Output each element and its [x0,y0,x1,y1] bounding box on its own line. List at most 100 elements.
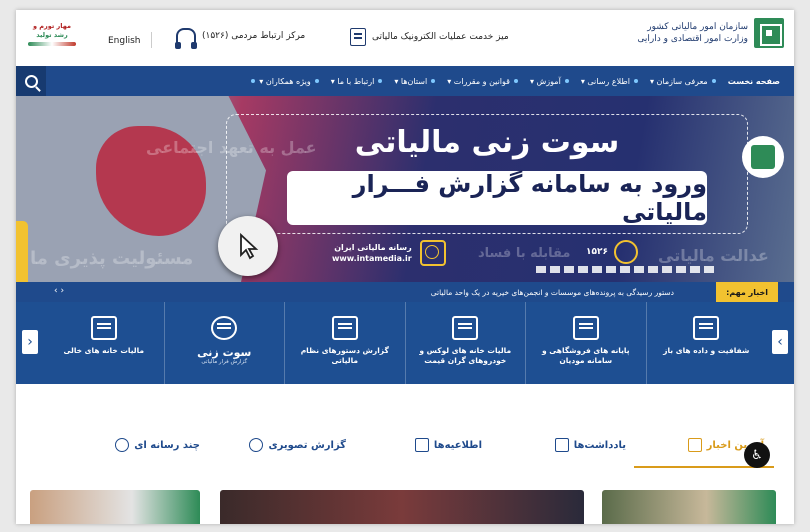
ghost-text: عدالت مالیاتی [658,246,769,265]
slogan-swoosh [28,42,76,46]
monitor-icon [90,316,117,340]
cursor-click-icon[interactable] [218,216,278,276]
bullet-icon [431,79,436,83]
service-sub: گزارش فرار مالیاتی [201,359,248,365]
bullet-icon [513,79,518,83]
phone-credit: ۱۵۲۶ [586,240,638,264]
chevron-right-icon[interactable]: › [772,330,788,354]
news-cards [16,490,794,524]
slider-dot[interactable] [578,266,588,273]
nav-item-news[interactable]: اطلاع رسانی ▾ [581,77,638,86]
news-card[interactable] [220,490,584,524]
slider-dot[interactable] [592,266,602,273]
call-center-label: مرکز ارتباط مردمی (۱۵۲۶) [202,31,306,41]
tab-label: گزارش تصویری [268,439,346,451]
ghost-text: مسئولیت پذیری ما [30,248,194,269]
news-card[interactable] [30,490,200,524]
web-icon [419,240,446,266]
service-label: گزارش دستورهای نظام مالیاتی [300,346,389,365]
tab-photo-report[interactable]: گزارش تصویری [249,438,346,452]
tab-notes[interactable]: یادداشت‌ها [554,438,626,452]
arrow-cursor-icon [240,232,259,260]
nav-item-label: قوانین و مقررات ▾ [447,76,510,86]
service-label: شفافیت و داده های باز [663,346,750,355]
banner-headline: سوت زنی مالیاتی [354,125,620,160]
ticker-controls-icon[interactable]: ‹ › [54,286,64,296]
main-nav: صفحه نخست معرفی سازمان ▾ اطلاع رسانی ▾ آ… [16,66,794,96]
slider-dot[interactable] [690,266,700,273]
service-pos-terminals[interactable]: پایانه های فروشگاهی و سامانه مودیان [525,302,646,384]
nav-item-staff[interactable]: ویژه همکاران ▾ [251,76,319,86]
search-button[interactable] [16,66,46,96]
slider-dot[interactable] [704,266,714,273]
service-label: مالیات خانه های خالی [63,346,145,355]
emblem-inner [751,145,775,169]
bullet-icon [251,79,256,83]
headline-box: سوت زنی مالیاتی ورود به سامانه گزارش فــ… [226,114,748,234]
call-center-link[interactable]: مرکز ارتباط مردمی (۱۵۲۶) [175,28,306,49]
nav-item-label: ویژه همکاران ▾ [259,76,311,86]
slider-dot[interactable] [606,266,616,273]
nav-item-about[interactable]: معرفی سازمان ▾ [650,77,716,86]
service-whistleblowing[interactable]: سوت زنی گزارش فرار مالیاتی [163,302,285,384]
tab-label: اطلاعیه‌ها [433,439,482,451]
monitor-icon [693,316,720,340]
nav-item-provinces[interactable]: استان‌ها ▾ [394,77,436,86]
services-bar: › شفافیت و داده های باز پایانه های فروشگ… [16,302,794,384]
tab-announcements[interactable]: اطلاعیه‌ها [414,438,482,452]
headset-icon [175,28,196,49]
ghost-text: مقابله با فساد [478,246,571,261]
side-tab[interactable] [16,221,28,282]
bullet-icon [378,79,383,83]
hero-banner[interactable]: عمل به تعهد اجتماعی مسئولیت پذیری ما مقا… [16,96,794,282]
services-list: شفافیت و داده های باز پایانه های فروشگاه… [44,302,766,384]
brand-logo-link[interactable]: سازمان امور مالیاتی کشور وزارت امور اقتص… [637,18,784,48]
bullet-icon [314,79,319,83]
tab-label: یادداشت‌ها [573,439,626,451]
slider-dot[interactable] [564,266,574,273]
monitor-icon [452,316,479,340]
report-icon [331,316,358,340]
service-luxury-tax[interactable]: مالیات خانه های لوکس و خودروهای گران قیم… [404,302,526,384]
phone-number: ۱۵۲۶ [586,247,608,257]
slider-dot[interactable] [648,266,658,273]
accessibility-icon[interactable]: ♿ [744,442,770,468]
monitor-icon [572,316,599,340]
tab-multimedia[interactable]: چند رسانه ای [115,438,200,452]
brand-name-line1: سازمان امور مالیاتی کشور [647,22,748,32]
nav-item-label: اطلاع رسانی ▾ [580,76,630,86]
ticker-text[interactable]: دستور رسیدگی به پرونده‌های موسسات و انجم… [431,282,674,302]
banner-subheadline: ورود به سامانه گزارش فـــرار مالیاتی [287,170,707,226]
slider-dot[interactable] [536,266,546,273]
nav-item-education[interactable]: آموزش ▾ [530,77,569,86]
nav-item-home[interactable]: صفحه نخست [728,77,780,86]
service-open-data[interactable]: شفافیت و داده های باز [645,302,767,384]
slider-dot[interactable] [634,266,644,273]
english-link[interactable]: English [108,36,141,46]
slider-dot[interactable] [676,266,686,273]
news-card[interactable] [602,490,776,524]
nav-item-contact[interactable]: ارتباط با ما ▾ [331,77,383,86]
brand-emblem-icon [754,18,784,48]
slider-dot[interactable] [620,266,630,273]
service-directives[interactable]: گزارش دستورهای نظام مالیاتی [284,302,405,384]
media-text: رسانه مالیاتی ایران www.intamedia.ir [332,242,412,264]
slider-dot[interactable] [550,266,560,273]
service-label: مالیات خانه های لوکس و خودروهای گران قیم… [419,346,512,365]
service-desk-label: میز خدمت عملیات الکترونیک مالیاتی [372,32,509,42]
chevron-left-icon[interactable]: ‹ [22,330,38,354]
slogan-badge: مهار تورم و رشد تولید [28,22,76,46]
document-icon [350,28,366,46]
page-frame: مهار تورم و رشد تولید English مرکز ارتبا… [16,10,794,524]
brand-name: سازمان امور مالیاتی کشور وزارت امور اقتص… [637,21,748,45]
bullet-icon [564,79,569,83]
nav-item-label: معرفی سازمان ▾ [649,76,708,86]
service-desk-link[interactable]: میز خدمت عملیات الکترونیک مالیاتی [350,28,509,46]
slider-dot[interactable] [662,266,672,273]
news-icon [687,438,702,452]
nav-item-laws[interactable]: قوانین و مقررات ▾ [447,77,518,86]
top-bar: مهار تورم و رشد تولید English مرکز ارتبا… [16,10,794,66]
slider-dots[interactable] [536,266,714,273]
service-empty-houses[interactable]: مالیات خانه های خالی [44,302,164,384]
media-credit: رسانه مالیاتی ایران www.intamedia.ir [332,240,446,266]
